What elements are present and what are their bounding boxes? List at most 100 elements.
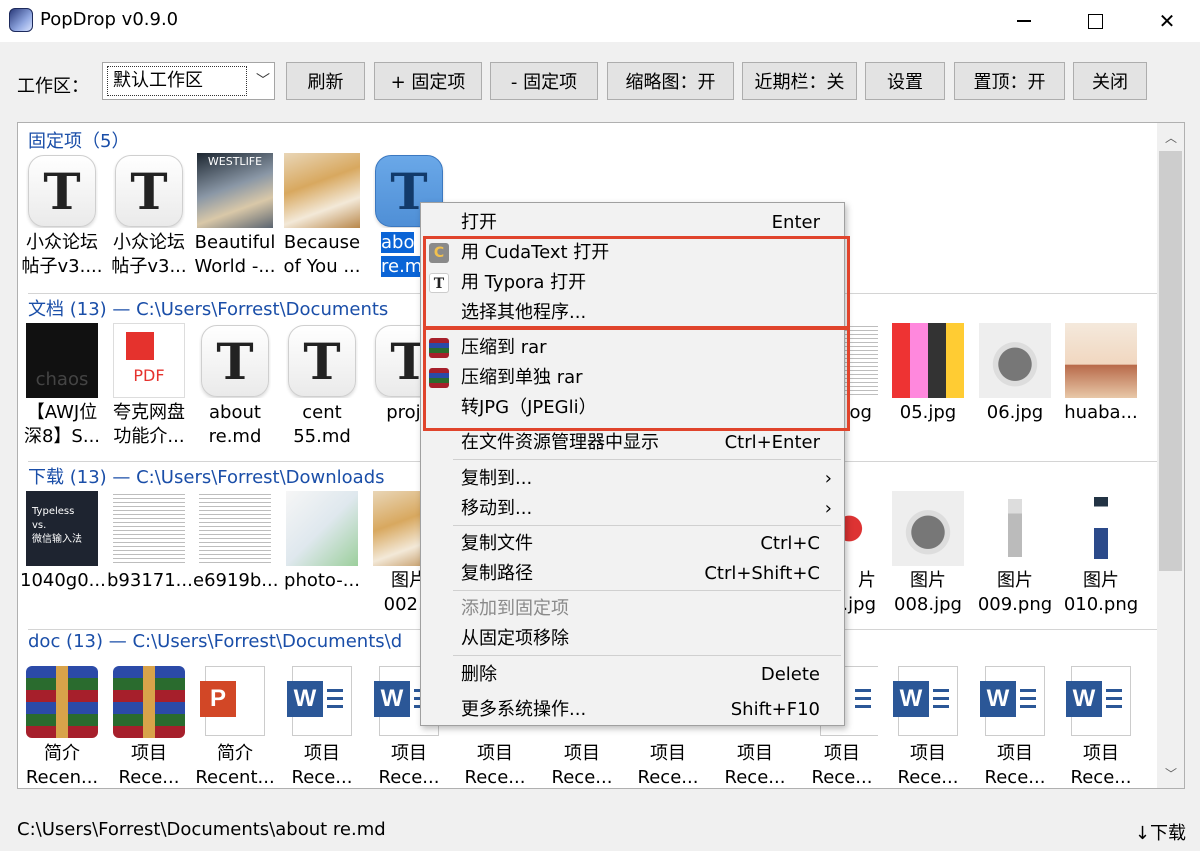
- file-label: 图片 009.png: [977, 570, 1053, 615]
- image-thumbnail: chaos: [26, 323, 98, 398]
- section-header-documents: 文档 (13) — C:\Users\Forrest\Documents: [28, 299, 389, 320]
- typora-file-icon: T: [201, 325, 269, 397]
- menu-item-more-system-actions[interactable]: 更多系统操作... Shift+F10: [421, 695, 844, 725]
- image-thumbnail: [199, 491, 271, 566]
- minimize-button[interactable]: [988, 0, 1060, 42]
- context-menu: 打开 Enter C 用 CudaText 打开 T 用 Typora 打开 选…: [420, 202, 850, 726]
- typora-file-icon: T: [115, 155, 183, 227]
- menu-separator: [453, 525, 841, 526]
- file-label: 图片 008.jpg: [894, 570, 962, 615]
- rar-archive-icon: [26, 666, 98, 738]
- close-window-button[interactable]: ✕: [1131, 0, 1200, 42]
- menu-separator: [453, 590, 841, 591]
- file-label: 夸克网盘 功能介...: [113, 402, 185, 447]
- file-label: 项目 Rece...: [637, 743, 699, 788]
- title-bar: PopDrop v0.9.0 ✕: [0, 0, 1200, 42]
- pdf-file-icon: PDF: [113, 323, 185, 398]
- file-label: 小众论坛 帖子v3...: [111, 232, 187, 277]
- file-label: Beautiful World -...: [194, 232, 276, 277]
- file-label: Because of You ...: [283, 232, 361, 277]
- menu-item-delete[interactable]: 删除 Delete: [421, 660, 844, 690]
- album-text: WESTLIFE: [207, 155, 263, 168]
- refresh-button[interactable]: 刷新: [286, 62, 365, 100]
- typora-file-icon: T: [288, 325, 356, 397]
- file-label: 项目 Rece...: [984, 743, 1046, 788]
- recent-bar-toggle-button[interactable]: 近期栏：关: [742, 62, 857, 100]
- file-label: about re.md: [208, 402, 262, 447]
- file-label: 项目 Rece...: [118, 743, 180, 788]
- add-pin-button[interactable]: + 固定项: [374, 62, 482, 100]
- chevron-right-icon: ›: [824, 468, 832, 489]
- menu-item-show-in-explorer[interactable]: 在文件资源管理器中显示 Ctrl+Enter: [421, 428, 844, 458]
- word-file-icon: W: [1066, 666, 1131, 736]
- maximize-button[interactable]: [1059, 0, 1131, 42]
- status-downloads-link[interactable]: ↓下载: [1135, 819, 1186, 845]
- album-cover-image: WESTLIFE: [197, 153, 273, 228]
- image-thumbnail: [979, 323, 1051, 398]
- image-thumbnail: [892, 323, 964, 398]
- album-cover-image: [284, 153, 360, 228]
- remove-pin-button[interactable]: - 固定项: [490, 62, 598, 100]
- menu-item-move-to[interactable]: 移动到... ›: [421, 494, 844, 524]
- minimize-icon: [1017, 20, 1031, 22]
- file-label: 06.jpg: [986, 402, 1044, 423]
- file-label: e6919b...: [193, 570, 277, 591]
- scroll-down-icon[interactable]: ﹀: [1165, 765, 1177, 782]
- file-label: 简介 Recent...: [195, 743, 275, 788]
- close-button[interactable]: 关闭: [1073, 62, 1147, 100]
- menu-separator: [453, 459, 841, 460]
- image-thumbnail: [979, 491, 1051, 566]
- close-icon: ✕: [1158, 9, 1176, 33]
- word-file-icon: W: [893, 666, 958, 736]
- file-label: huaba...: [1064, 402, 1138, 423]
- file-label: 项目 Rece...: [291, 743, 353, 788]
- file-label: 1040g0...: [20, 570, 104, 591]
- file-label: 【AWJ位 深8】S...: [23, 402, 101, 447]
- menu-item-copy-path[interactable]: 复制路径 Ctrl+Shift+C: [421, 559, 844, 589]
- scrollbar-thumb[interactable]: [1159, 151, 1182, 571]
- menu-item-remove-pin[interactable]: 从固定项移除: [421, 624, 844, 654]
- menu-item-open[interactable]: 打开 Enter: [421, 208, 844, 238]
- file-label: 05.jpg: [899, 402, 957, 423]
- vertical-scrollbar[interactable]: ︿ ﹀: [1157, 123, 1184, 788]
- powerpoint-file-icon: P: [200, 666, 265, 736]
- menu-item-copy-file[interactable]: 复制文件 Ctrl+C: [421, 529, 844, 559]
- section-header-downloads: 下载 (13) — C:\Users\Forrest\Downloads: [28, 467, 385, 488]
- rar-archive-icon: [113, 666, 185, 738]
- menu-item-add-pin-disabled: 添加到固定项: [461, 598, 569, 619]
- file-label: 项目 Rece...: [1070, 743, 1132, 788]
- section-header-pinned: 固定项（5）: [28, 131, 130, 152]
- maximize-icon: [1087, 13, 1103, 29]
- always-on-top-toggle-button[interactable]: 置顶：开: [954, 62, 1065, 100]
- menu-item-copy-to[interactable]: 复制到... ›: [421, 464, 844, 494]
- settings-button[interactable]: 设置: [865, 62, 945, 100]
- menu-separator: [453, 655, 841, 656]
- file-label: photo-...: [284, 570, 360, 591]
- file-label: 简介 Recen...: [25, 743, 99, 788]
- file-label: 图片 010.png: [1063, 570, 1139, 615]
- highlight-box-compress-convert: [423, 327, 850, 431]
- file-label: b93171...: [107, 570, 191, 591]
- section-header-doc: doc (13) — C:\Users\Forrest\Documents\d: [28, 631, 403, 652]
- file-label: 项目 Rece...: [724, 743, 786, 788]
- highlight-box-open-with: [423, 236, 850, 329]
- thumbnail-toggle-button[interactable]: 缩略图：开: [607, 62, 734, 100]
- workspace-select-value: 默认工作区: [107, 66, 247, 96]
- word-file-icon: W: [287, 666, 352, 736]
- file-label: 项目 Rece...: [464, 743, 526, 788]
- image-thumbnail: [1065, 323, 1137, 398]
- chevron-right-icon: ›: [824, 498, 832, 519]
- image-thumbnail: Typeless vs. 微信输入法: [26, 491, 98, 566]
- workspace-select[interactable]: 默认工作区 ﹀: [102, 62, 275, 100]
- app-icon: [9, 8, 33, 32]
- file-label: 项目 Rece...: [378, 743, 440, 788]
- window-title: PopDrop v0.9.0: [40, 9, 179, 30]
- scroll-up-icon[interactable]: ︿: [1165, 129, 1177, 146]
- file-label: 项目 Rece...: [551, 743, 613, 788]
- image-thumbnail: [113, 491, 185, 566]
- file-label: 项目 Rece...: [897, 743, 959, 788]
- status-path: C:\Users\Forrest\Documents\about re.md: [17, 819, 386, 840]
- chevron-down-icon: ﹀: [256, 73, 270, 89]
- image-thumbnail: [286, 491, 358, 566]
- file-label: cent 55.md: [293, 402, 351, 447]
